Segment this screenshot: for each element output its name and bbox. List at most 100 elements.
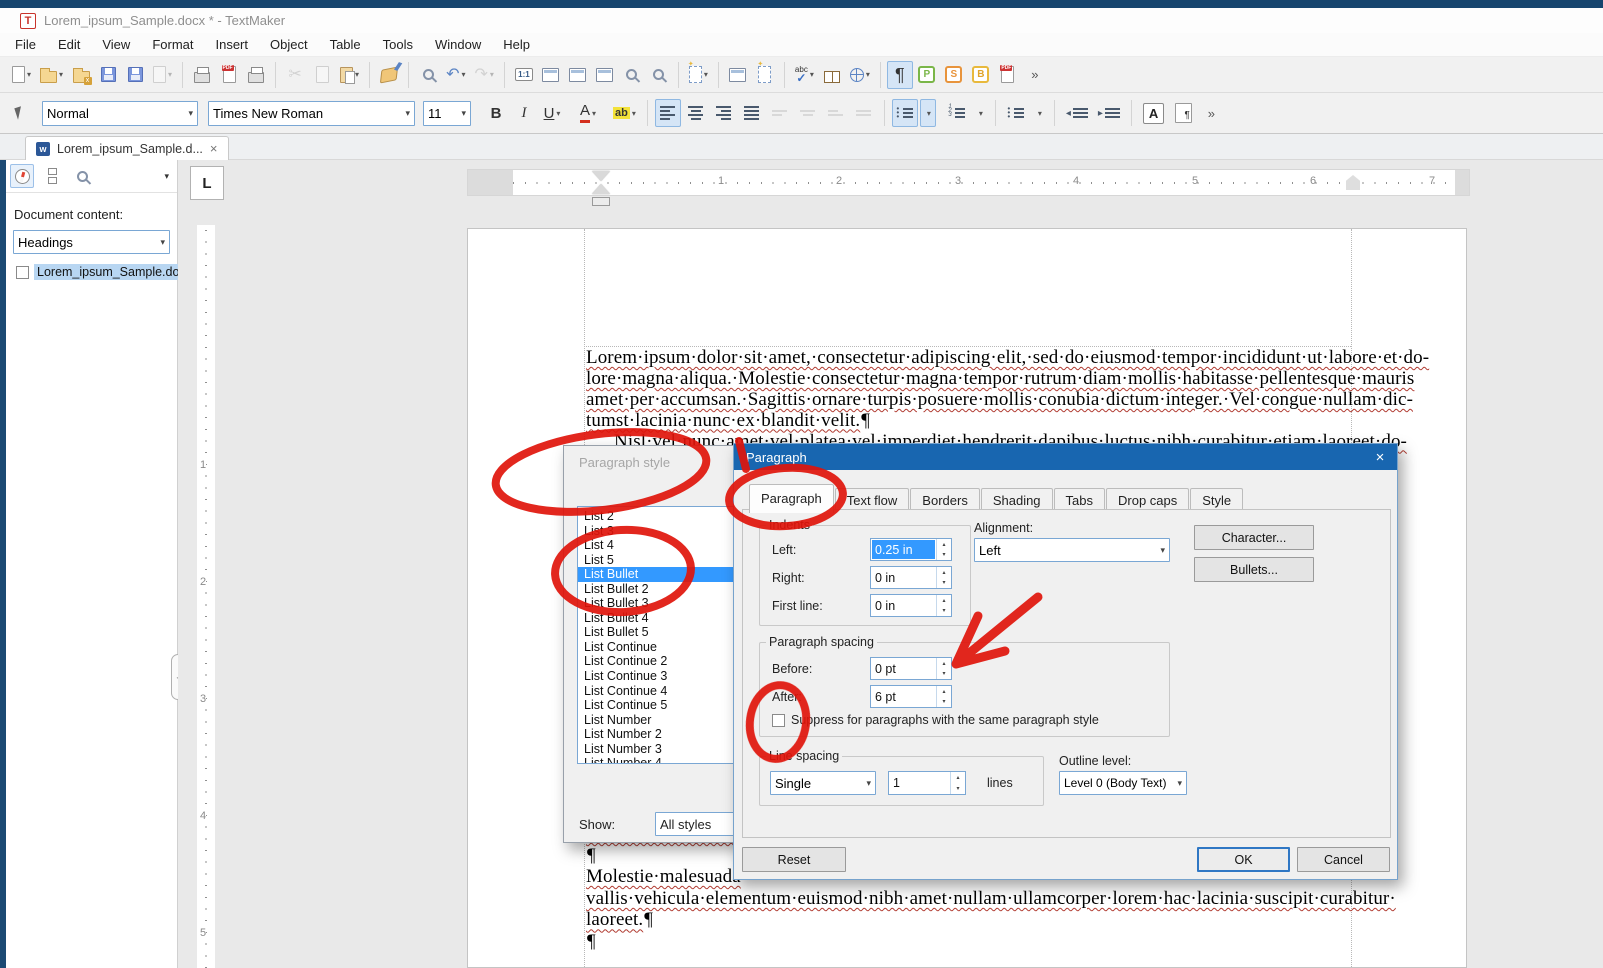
menu-file[interactable]: File bbox=[4, 35, 47, 54]
bold-button[interactable]: B bbox=[483, 99, 509, 127]
after-spinner[interactable]: 6 pt ▴▾ bbox=[870, 685, 952, 708]
print-button[interactable] bbox=[189, 61, 215, 89]
horizontal-ruler[interactable]: 1 2 3 4 5 6 7 bbox=[467, 169, 1470, 196]
align-left-button[interactable] bbox=[655, 99, 681, 127]
align-center-button[interactable] bbox=[683, 99, 709, 127]
document-tab[interactable]: w Lorem_ipsum_Sample.d... × bbox=[25, 136, 229, 160]
panes-button[interactable] bbox=[40, 164, 64, 188]
navigation-button[interactable] bbox=[10, 164, 34, 188]
left-indent-spinner[interactable]: 0.25 in ▴▾ bbox=[870, 538, 952, 561]
text-line[interactable]: ¶ bbox=[586, 931, 1396, 953]
outline-list-dropdown[interactable]: ▾ bbox=[1031, 99, 1047, 127]
sidebar-menu-dropdown[interactable]: ▾ bbox=[164, 171, 173, 182]
print-preview-button[interactable] bbox=[243, 61, 269, 89]
font-name-combo[interactable]: Times New Roman▾ bbox=[208, 101, 415, 126]
tab-close-icon[interactable]: × bbox=[210, 141, 218, 156]
format-painter-button[interactable] bbox=[376, 61, 402, 89]
content-filter-select[interactable]: Headings▾ bbox=[13, 230, 170, 254]
menu-object[interactable]: Object bbox=[259, 35, 319, 54]
paragraph-dialog-button[interactable]: ¶ bbox=[1170, 99, 1196, 127]
bullet-list-dropdown[interactable]: ▾ bbox=[920, 99, 936, 127]
zoom-level-button[interactable] bbox=[646, 61, 672, 89]
menu-format[interactable]: Format bbox=[141, 35, 204, 54]
item-checkbox[interactable] bbox=[16, 266, 29, 279]
translate-button[interactable]: ▾ bbox=[846, 61, 874, 89]
font-color-button[interactable]: A▾ bbox=[575, 99, 601, 127]
line-spacing-spinner[interactable]: 1 ▴▾ bbox=[888, 771, 966, 795]
spellcheck-button[interactable]: abc✓▾ bbox=[791, 61, 818, 89]
cancel-button[interactable]: Cancel bbox=[1297, 847, 1390, 872]
outline-level-select[interactable]: Level 0 (Body Text)▾ bbox=[1059, 771, 1187, 795]
suppress-checkbox[interactable] bbox=[772, 714, 785, 727]
left-indent-box-marker[interactable] bbox=[592, 197, 610, 206]
text-line[interactable]: tumst·lacinia·nunc·ex·blandit·velit.¶ bbox=[586, 411, 1429, 432]
text-line[interactable]: vallis·vehicula·elementum·euismod·nibh·a… bbox=[586, 888, 1396, 910]
tab-type-selector[interactable]: L bbox=[190, 166, 224, 200]
vertical-ruler[interactable]: 1 2 3 4 5 bbox=[197, 225, 215, 968]
export-pdf-button[interactable]: PDF bbox=[216, 61, 242, 89]
numbered-list-dropdown[interactable]: ▾ bbox=[972, 99, 988, 127]
new-document-button[interactable]: ▾ bbox=[8, 61, 35, 89]
normal-view-button[interactable] bbox=[565, 61, 591, 89]
presentations-app-button[interactable]: P bbox=[914, 61, 940, 89]
text-line[interactable]: laoreet.¶ bbox=[586, 909, 1396, 931]
form-view-button[interactable] bbox=[752, 61, 778, 89]
formatbar-overflow-button[interactable]: » bbox=[1198, 99, 1224, 127]
menu-view[interactable]: View bbox=[91, 35, 141, 54]
zoom-100-button[interactable]: 1:1 bbox=[511, 61, 537, 89]
italic-button[interactable]: I bbox=[511, 99, 537, 127]
text-line[interactable]: Lorem·ipsum·dolor·sit·amet,·consectetur·… bbox=[586, 348, 1429, 369]
mail-merge-button[interactable] bbox=[725, 61, 751, 89]
text-line[interactable]: lore·magna·aliqua.·Molestie·consectetur·… bbox=[586, 369, 1429, 390]
dialog-title-bar[interactable]: Paragraph × bbox=[734, 444, 1397, 470]
menu-window[interactable]: Window bbox=[424, 35, 492, 54]
underline-button[interactable]: U▾ bbox=[539, 99, 565, 127]
edit-pdf-button[interactable]: PDF bbox=[995, 61, 1021, 89]
save-button[interactable] bbox=[95, 61, 121, 89]
formatting-marks-toggle[interactable]: ¶ bbox=[887, 61, 913, 89]
search-button[interactable] bbox=[415, 61, 441, 89]
close-document-button[interactable]: x bbox=[68, 61, 94, 89]
zoom-tool-button[interactable] bbox=[619, 61, 645, 89]
alignment-select[interactable]: Left▾ bbox=[974, 538, 1170, 562]
save-all-button[interactable] bbox=[122, 61, 148, 89]
insert-frame-button[interactable]: ▾ bbox=[685, 61, 712, 89]
highlight-button[interactable]: ab▾ bbox=[609, 99, 640, 127]
before-spinner[interactable]: 0 pt ▴▾ bbox=[870, 657, 952, 680]
bullet-list-button[interactable] bbox=[892, 99, 918, 127]
right-indent-marker[interactable] bbox=[1346, 175, 1360, 190]
menu-table[interactable]: Table bbox=[319, 35, 372, 54]
reset-button[interactable]: Reset bbox=[742, 847, 846, 872]
left-indent-marker[interactable] bbox=[592, 184, 610, 194]
sidebar-search-button[interactable] bbox=[70, 164, 94, 188]
basicmaker-app-button[interactable]: B bbox=[968, 61, 994, 89]
character-button[interactable]: Character... bbox=[1194, 525, 1314, 550]
multi-page-view-button[interactable] bbox=[592, 61, 618, 89]
paste-button[interactable]: ▾ bbox=[336, 61, 363, 89]
object-mode-button[interactable] bbox=[6, 99, 32, 127]
tab-paragraph[interactable]: Paragraph bbox=[749, 484, 834, 513]
right-indent-spinner[interactable]: 0 in ▴▾ bbox=[870, 566, 952, 589]
paragraph-1[interactable]: Lorem·ipsum·dolor·sit·amet,·consectetur·… bbox=[586, 348, 1429, 453]
fit-width-button[interactable] bbox=[538, 61, 564, 89]
paragraph-style-combo[interactable]: Normal▾ bbox=[42, 101, 198, 126]
menu-tools[interactable]: Tools bbox=[372, 35, 424, 54]
s-app-button[interactable]: S bbox=[941, 61, 967, 89]
first-line-indent-marker[interactable] bbox=[592, 171, 610, 181]
line-spacing-select[interactable]: Single▾ bbox=[770, 771, 876, 795]
open-button[interactable]: ▾ bbox=[36, 61, 67, 89]
document-tree-item[interactable]: Lorem_ipsum_Sample.doc bbox=[6, 264, 177, 280]
close-icon[interactable]: × bbox=[1363, 449, 1397, 466]
numbered-list-button[interactable] bbox=[944, 99, 970, 127]
first-line-spinner[interactable]: 0 in ▴▾ bbox=[870, 594, 952, 617]
toolbar-overflow-button[interactable]: » bbox=[1022, 61, 1048, 89]
font-size-combo[interactable]: 11▾ bbox=[423, 101, 471, 126]
undo-button[interactable]: ↶▾ bbox=[442, 61, 469, 89]
ok-button[interactable]: OK bbox=[1197, 847, 1290, 872]
menu-insert[interactable]: Insert bbox=[204, 35, 259, 54]
increase-indent-button[interactable]: ▸ bbox=[1094, 99, 1124, 127]
outline-list-button[interactable] bbox=[1003, 99, 1029, 127]
bullets-button[interactable]: Bullets... bbox=[1194, 557, 1314, 582]
justify-button[interactable] bbox=[739, 99, 765, 127]
menu-help[interactable]: Help bbox=[492, 35, 541, 54]
